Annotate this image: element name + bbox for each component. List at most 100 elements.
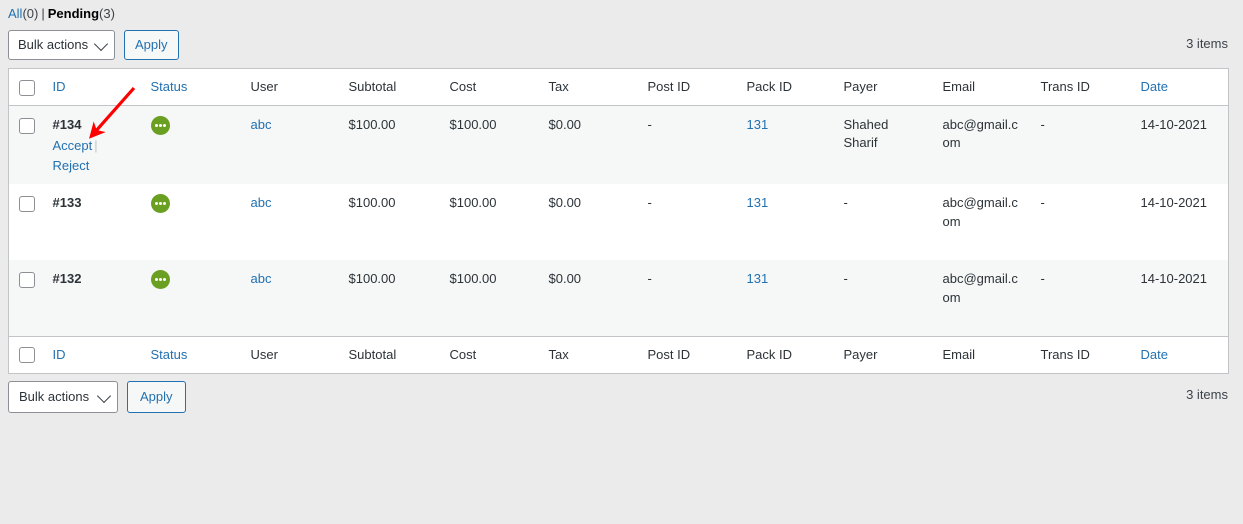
row-id-cell: #132: [43, 260, 141, 336]
user-link[interactable]: abc: [251, 271, 272, 286]
chevron-down-icon: [97, 388, 112, 404]
row-checkbox[interactable]: [19, 271, 35, 288]
select-all-checkbox-top[interactable]: [19, 79, 35, 96]
row-pack-id-cell: 131: [737, 260, 834, 336]
row-pack-id-cell: 131: [737, 106, 834, 185]
table-body: #134 Accept | Reject abc $100.00 $100.00 …: [8, 105, 1229, 337]
pack-id-link[interactable]: 131: [747, 117, 769, 132]
apply-button-bottom[interactable]: Apply: [127, 381, 186, 413]
apply-button-top[interactable]: Apply: [124, 30, 179, 60]
column-header-date-link[interactable]: Date: [1141, 79, 1168, 94]
row-post-id-cell: -: [647, 195, 652, 211]
reject-link[interactable]: Reject: [53, 158, 90, 173]
row-id-cell: #133: [43, 184, 141, 260]
row-id-label: #132: [52, 271, 82, 287]
accept-link[interactable]: Accept: [53, 138, 93, 153]
pack-id-link[interactable]: 131: [747, 271, 769, 286]
items-count-bottom: 3 items: [1186, 387, 1228, 402]
row-trans-id-cell: -: [1040, 117, 1045, 133]
row-checkbox[interactable]: [19, 117, 35, 134]
column-footer-user: User: [240, 335, 339, 374]
bulk-actions-select-top-label: Bulk actions: [18, 37, 89, 52]
row-user-cell: abc: [241, 106, 339, 185]
table-row: #133 abc $100.00 $100.00 $0.00 - 131 - a…: [8, 184, 1229, 261]
row-user-cell: abc: [241, 260, 339, 336]
row-cost-cell: $100.00: [449, 195, 497, 211]
view-links: All(0) | Pending(3): [8, 4, 115, 24]
column-footer-pack-id: Pack ID: [736, 335, 834, 374]
bulk-actions-select-top[interactable]: Bulk actions: [8, 30, 116, 60]
row-status-cell: [141, 184, 241, 260]
column-header-status-link[interactable]: Status: [151, 79, 188, 94]
view-link-pending[interactable]: Pending: [48, 6, 99, 21]
view-link-all[interactable]: All: [8, 6, 22, 21]
row-payer-cell: -: [843, 271, 848, 287]
column-header-status[interactable]: Status: [140, 68, 241, 107]
select-all-checkbox-bottom[interactable]: [19, 347, 35, 364]
row-email-cell: abc@gmail.com: [942, 195, 1018, 229]
user-link[interactable]: abc: [251, 195, 272, 210]
column-footer-post-id: Post ID: [637, 335, 737, 374]
column-footer-payer: Payer: [833, 335, 933, 374]
table-row: #134 Accept | Reject abc $100.00 $100.00 …: [8, 105, 1229, 185]
column-header-cost: Cost: [439, 68, 539, 107]
column-header-trans-id: Trans ID: [1030, 68, 1131, 107]
pack-id-link[interactable]: 131: [747, 195, 769, 210]
row-subtotal-cell: $100.00: [348, 195, 396, 211]
row-checkbox[interactable]: [19, 195, 35, 212]
column-footer-email: Email: [932, 335, 1031, 374]
row-trans-id-cell: -: [1040, 271, 1045, 287]
column-header-date[interactable]: Date: [1130, 68, 1229, 107]
row-actions: Accept | Reject: [53, 136, 131, 176]
row-status-cell: [141, 106, 241, 185]
row-post-id-cell: -: [647, 117, 652, 133]
row-cost-cell: $100.00: [449, 271, 497, 287]
row-select-cell: [9, 260, 43, 336]
row-select-cell: [9, 184, 43, 260]
column-footer-id[interactable]: ID: [42, 335, 141, 374]
row-tax-cell: $0.00: [548, 195, 582, 211]
pending-ellipsis-icon: [150, 116, 170, 136]
row-date-cell: 14-10-2021: [1140, 117, 1208, 133]
user-link[interactable]: abc: [251, 117, 272, 132]
column-footer-date[interactable]: Date: [1130, 335, 1229, 374]
view-links-separator: |: [41, 6, 45, 21]
column-header-email: Email: [932, 68, 1031, 107]
row-subtotal-cell: $100.00: [348, 271, 396, 287]
column-header-subtotal: Subtotal: [338, 68, 440, 107]
row-email-cell: abc@gmail.com: [942, 271, 1018, 305]
table-head: ID Status User Subtotal Cost Tax Post ID…: [8, 68, 1229, 107]
bulk-actions-select-bottom-label: Bulk actions: [19, 389, 90, 404]
row-trans-id-cell: -: [1040, 195, 1045, 211]
column-footer-date-link[interactable]: Date: [1141, 347, 1168, 362]
row-tax-cell: $0.00: [548, 271, 582, 287]
select-all-footer: [8, 335, 43, 374]
column-header-id[interactable]: ID: [42, 68, 141, 107]
items-count-top: 3 items: [1186, 36, 1228, 51]
pending-ellipsis-icon: [150, 194, 170, 214]
row-actions-divider: |: [94, 138, 98, 154]
column-footer-status[interactable]: Status: [140, 335, 241, 374]
column-header-payer: Payer: [833, 68, 933, 107]
column-footer-id-link[interactable]: ID: [53, 347, 66, 362]
view-link-pending-count: (3): [99, 6, 115, 21]
column-footer-trans-id: Trans ID: [1030, 335, 1131, 374]
row-user-cell: abc: [241, 184, 339, 260]
select-all-header: [8, 68, 43, 107]
row-date-cell: 14-10-2021: [1140, 271, 1208, 287]
bulk-actions-select-bottom[interactable]: Bulk actions: [8, 381, 119, 413]
column-footer-tax: Tax: [538, 335, 638, 374]
pending-ellipsis-icon: [150, 270, 170, 290]
row-id-label: #134: [52, 117, 82, 133]
table-footer-row: ID Status User Subtotal Cost Tax Post ID…: [8, 335, 1229, 374]
row-cost-cell: $100.00: [449, 117, 497, 133]
column-header-user: User: [240, 68, 339, 107]
column-footer-subtotal: Subtotal: [338, 335, 440, 374]
column-footer-status-link[interactable]: Status: [151, 347, 188, 362]
payments-table: ID Status User Subtotal Cost Tax Post ID…: [8, 68, 1229, 375]
row-subtotal-cell: $100.00: [348, 117, 396, 133]
row-payer-cell: -: [843, 195, 848, 211]
column-header-id-link[interactable]: ID: [53, 79, 66, 94]
row-tax-cell: $0.00: [548, 117, 582, 133]
column-header-pack-id: Pack ID: [736, 68, 834, 107]
